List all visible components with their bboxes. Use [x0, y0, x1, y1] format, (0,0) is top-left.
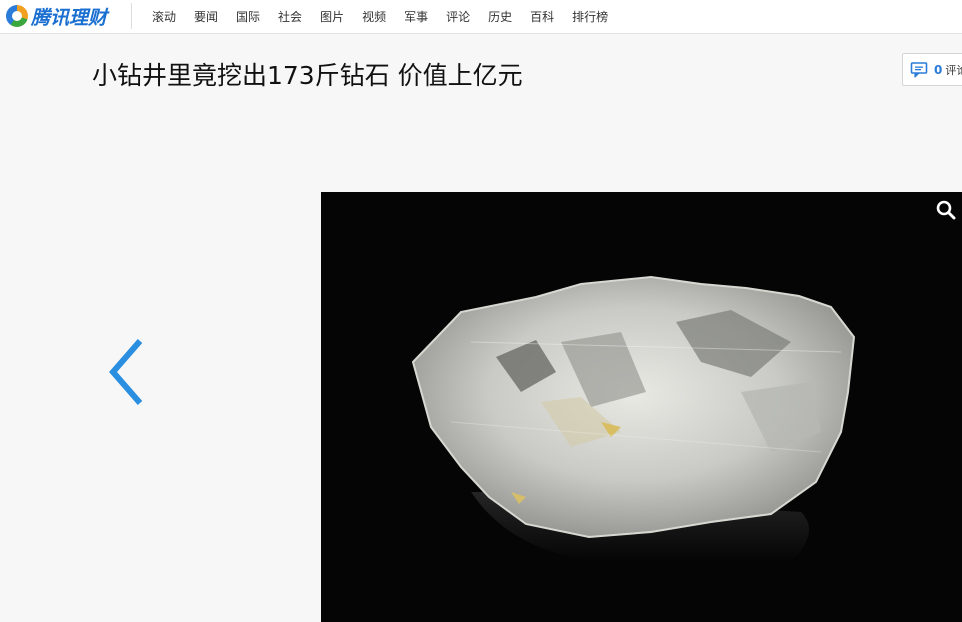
comment-label: 评论: [945, 63, 962, 77]
nav-item-history[interactable]: 历史: [488, 8, 512, 25]
comment-icon: [910, 61, 928, 78]
nav-divider: [131, 3, 132, 29]
top-navigation-bar: 腾讯理财 滚动 要闻 国际 社会 图片 视频 军事 评论 历史 百科 排行榜: [0, 0, 962, 34]
site-logo[interactable]: 腾讯理财: [6, 3, 107, 29]
nav-item-scroll[interactable]: 滚动: [152, 8, 176, 25]
nav-item-photos[interactable]: 图片: [320, 8, 344, 25]
nav-item-international[interactable]: 国际: [236, 8, 260, 25]
nav-item-society[interactable]: 社会: [278, 8, 302, 25]
nav-item-military[interactable]: 军事: [404, 8, 428, 25]
logo-text: 腾讯理财: [31, 6, 108, 29]
channel-nav: 滚动 要闻 国际 社会 图片 视频 军事 评论 历史 百科 排行榜: [152, 0, 626, 33]
diamond-photo[interactable]: [321, 192, 962, 622]
search-icon[interactable]: [935, 199, 957, 221]
comment-button[interactable]: 0 评论: [902, 53, 962, 86]
nav-item-encyclopedia[interactable]: 百科: [530, 8, 554, 25]
nav-item-opinion[interactable]: 评论: [446, 8, 470, 25]
comment-count: 0: [934, 62, 943, 77]
chevron-left-icon[interactable]: [108, 338, 148, 406]
nav-item-ranking[interactable]: 排行榜: [572, 8, 608, 25]
nav-item-headlines[interactable]: 要闻: [194, 8, 218, 25]
nav-item-video[interactable]: 视频: [362, 8, 386, 25]
diamond-image: [321, 192, 962, 622]
article-title: 小钻井里竟挖出173斤钻石 价值上亿元: [92, 61, 523, 90]
logo-mark-icon: [6, 5, 28, 27]
